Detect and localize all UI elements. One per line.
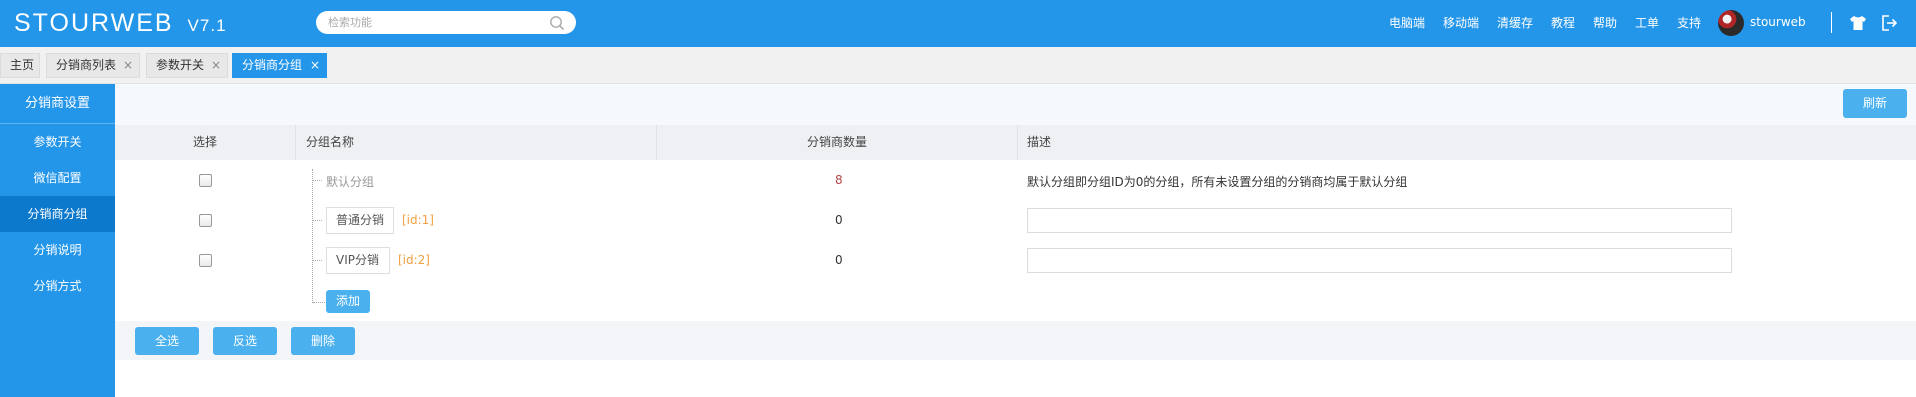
logo-text: STOURWEB [14, 9, 174, 37]
top-bar: STOURWEB V7.1 电脑端 移动端 清缓存 教程 帮助 工单 支持 sto… [0, 0, 1916, 47]
nav-clear-cache[interactable]: 清缓存 [1497, 15, 1533, 31]
toolbar: 刷新 [115, 84, 1916, 125]
row-checkbox[interactable] [199, 214, 212, 227]
nav-help[interactable]: 帮助 [1593, 15, 1617, 31]
tree-branch [313, 260, 322, 261]
nav-mobile[interactable]: 移动端 [1443, 15, 1479, 31]
tree-branch [313, 302, 325, 303]
nav-desktop[interactable]: 电脑端 [1389, 15, 1425, 31]
tab-home[interactable]: 主页 [0, 53, 40, 78]
tree-branch [313, 180, 322, 181]
description-input[interactable] [1027, 248, 1732, 273]
group-id-tag: [id:1] [402, 213, 434, 227]
nav-support[interactable]: 支持 [1677, 15, 1701, 31]
description-input[interactable] [1027, 208, 1732, 233]
tab-distributor-list[interactable]: 分销商列表 × [46, 53, 140, 78]
delete-button[interactable]: 删除 [291, 327, 355, 355]
close-icon[interactable]: × [310, 54, 320, 77]
tab-label: 主页 [10, 58, 35, 72]
distributor-count: 8 [835, 173, 843, 187]
user-menu[interactable]: stourweb [1718, 10, 1818, 36]
header-distributor-count: 分销商数量 [657, 125, 1018, 160]
tree-branch [313, 220, 322, 221]
group-description: 默认分组即分组ID为0的分组，所有未设置分组的分销商均属于默认分组 [1027, 175, 1408, 189]
group-name-input[interactable]: VIP分销 [326, 247, 390, 274]
search-box [316, 11, 576, 34]
header-select: 选择 [115, 125, 296, 160]
version-label: V7.1 [187, 16, 227, 35]
distributor-count: 0 [835, 253, 843, 267]
close-icon[interactable]: × [211, 54, 221, 77]
tree-line [312, 169, 313, 303]
select-all-button[interactable]: 全选 [135, 327, 199, 355]
tab-bar: 主页 分销商列表 × 参数开关 × 分销商分组 × [0, 47, 1916, 84]
sidebar-title: 分销商设置 [0, 84, 115, 124]
search-input[interactable] [328, 14, 538, 31]
tab-distributor-group[interactable]: 分销商分组 × [232, 53, 327, 78]
table-header: 选择 分组名称 分销商数量 描述 [115, 125, 1916, 160]
nav-ticket[interactable]: 工单 [1635, 15, 1659, 31]
sidebar-item-distribution-method[interactable]: 分销方式 [0, 268, 115, 304]
search-icon[interactable] [549, 15, 565, 31]
sidebar-item-wechat-config[interactable]: 微信配置 [0, 160, 115, 196]
header-group-name: 分组名称 [296, 125, 657, 160]
tshirt-icon[interactable] [1848, 13, 1868, 33]
distributor-count: 0 [835, 213, 843, 227]
tab-label: 参数开关 [156, 58, 205, 72]
tab-param-switch[interactable]: 参数开关 × [146, 53, 228, 78]
tab-label: 分销商列表 [56, 58, 117, 72]
row-checkbox[interactable] [199, 174, 212, 187]
app-logo[interactable]: STOURWEB V7.1 [14, 9, 227, 37]
main-content: 刷新 选择 分组名称 分销商数量 描述 默认分组 8 默认分组即分组ID为0的分… [115, 84, 1916, 397]
divider [1831, 12, 1832, 33]
username: stourweb [1750, 15, 1806, 29]
refresh-button[interactable]: 刷新 [1843, 89, 1907, 118]
group-name-input[interactable]: 普通分销 [326, 207, 394, 234]
invert-selection-button[interactable]: 反选 [213, 327, 277, 355]
sidebar: 分销商设置 参数开关 微信配置 分销商分组 分销说明 分销方式 [0, 84, 115, 397]
avatar [1718, 10, 1744, 36]
add-group-button[interactable]: 添加 [326, 290, 370, 313]
close-icon[interactable]: × [123, 54, 133, 77]
table-footer: 全选 反选 删除 [115, 321, 1916, 360]
tab-label: 分销商分组 [242, 58, 303, 72]
row-checkbox[interactable] [199, 254, 212, 267]
group-id-tag: [id:2] [398, 253, 430, 267]
group-name: 默认分组 [326, 175, 375, 189]
logout-icon[interactable] [1879, 13, 1899, 33]
header-description: 描述 [1027, 135, 1052, 149]
sidebar-item-distribution-notes[interactable]: 分销说明 [0, 232, 115, 268]
nav-tutorial[interactable]: 教程 [1551, 15, 1575, 31]
sidebar-item-distributor-group[interactable]: 分销商分组 [0, 196, 115, 232]
sidebar-item-param-switch[interactable]: 参数开关 [0, 124, 115, 160]
